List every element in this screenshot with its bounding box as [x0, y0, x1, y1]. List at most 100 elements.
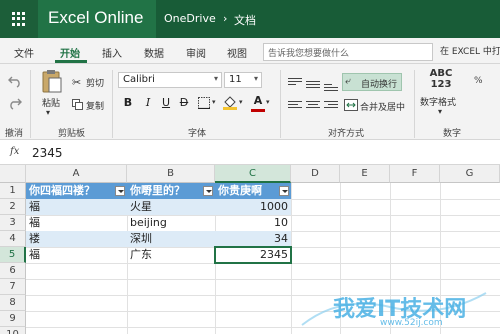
- group-undo-label: 撤消: [5, 129, 24, 139]
- column-header-c[interactable]: C: [215, 165, 291, 183]
- table-cell[interactable]: beijing: [127, 215, 215, 231]
- ribbon-home: 撤消 粘贴 ▾ ✂ 剪切 复制 剪贴板 Calibri ▾ 11 ▾ B I U…: [0, 64, 500, 140]
- paste-icon[interactable]: [40, 68, 64, 94]
- column-header-a[interactable]: A: [26, 165, 127, 183]
- table-cell[interactable]: 褛: [26, 231, 127, 247]
- breadcrumb-onedrive[interactable]: OneDrive: [164, 12, 216, 25]
- column-header-f[interactable]: F: [390, 165, 440, 183]
- bold-button[interactable]: B: [120, 95, 136, 111]
- row-header-3[interactable]: 3: [0, 215, 26, 231]
- align-bottom-icon[interactable]: [324, 84, 338, 96]
- row-header-4[interactable]: 4: [0, 231, 26, 247]
- table-cell[interactable]: 褔: [26, 215, 127, 231]
- row-header-6[interactable]: 6: [0, 263, 26, 279]
- filter-dropdown-icon[interactable]: [203, 186, 213, 196]
- breadcrumb: OneDrive › 文档: [156, 0, 500, 38]
- row-header-8[interactable]: 8: [0, 295, 26, 311]
- align-right-icon[interactable]: [324, 101, 338, 113]
- watermark-logo: 我爱IT技术网 www.52ij.com: [300, 285, 490, 330]
- row-header-2[interactable]: 2: [0, 199, 26, 215]
- chevron-down-icon: ▾: [213, 74, 218, 83]
- number-format-preview-123: 123: [430, 79, 452, 90]
- row-header-9[interactable]: 9: [0, 311, 26, 327]
- align-top-icon[interactable]: [288, 78, 302, 90]
- table-cell[interactable]: 褔: [26, 247, 127, 263]
- italic-button[interactable]: I: [140, 95, 156, 111]
- merge-center-icon[interactable]: [344, 99, 358, 111]
- wrap-text-label: 自动换行: [361, 80, 398, 90]
- fill-color-icon[interactable]: [222, 94, 238, 110]
- percent-icon[interactable]: %: [474, 76, 483, 86]
- font-size-value: 11: [229, 74, 242, 85]
- align-left-icon[interactable]: [288, 101, 302, 113]
- copy-button[interactable]: 复制: [86, 99, 104, 112]
- table-cell[interactable]: 褔: [26, 199, 127, 215]
- row-header-5[interactable]: 5: [0, 247, 26, 263]
- align-center-icon[interactable]: [306, 101, 320, 113]
- gridline: [26, 279, 500, 280]
- tab-insert[interactable]: 插入: [102, 45, 122, 60]
- column-header-e[interactable]: E: [340, 165, 390, 183]
- borders-icon[interactable]: [198, 97, 210, 109]
- wrap-text-button[interactable]: ⤶ 自动换行: [342, 73, 402, 91]
- table-cell[interactable]: 深圳: [127, 231, 215, 247]
- app-launcher-button[interactable]: [0, 0, 38, 38]
- chevron-down-icon[interactable]: ▾: [438, 107, 442, 116]
- active-tab-indicator: [55, 60, 87, 63]
- chevron-down-icon: ▾: [253, 74, 258, 83]
- scissors-icon: ✂: [72, 76, 82, 89]
- column-header-b[interactable]: B: [127, 165, 215, 183]
- align-middle-icon[interactable]: [306, 81, 320, 93]
- table-header-b[interactable]: 你嘢里的？: [127, 183, 215, 199]
- font-color-button[interactable]: A: [250, 93, 266, 109]
- group-alignment-label: 对齐方式: [328, 129, 365, 139]
- chevron-down-icon[interactable]: ▾: [212, 98, 216, 106]
- tab-file[interactable]: 文件: [14, 45, 34, 60]
- table-cell[interactable]: 火星: [127, 199, 215, 215]
- font-name-value: Calibri: [123, 74, 155, 85]
- copy-icon: [72, 99, 83, 110]
- select-all-corner[interactable]: [0, 165, 26, 183]
- watermark-url: www.52ij.com: [380, 318, 443, 328]
- column-header-d[interactable]: D: [291, 165, 340, 183]
- undo-icon[interactable]: [8, 74, 22, 88]
- formula-input[interactable]: 2345: [32, 146, 63, 160]
- table-cell[interactable]: 广东: [127, 247, 215, 263]
- table-cell[interactable]: 1000: [215, 199, 291, 215]
- fx-icon: fx: [10, 146, 20, 157]
- number-format-preview-abc: ABC: [429, 68, 453, 79]
- tell-me-search-input[interactable]: 告诉我您想要做什么: [263, 43, 433, 61]
- tab-review[interactable]: 审阅: [186, 45, 206, 60]
- active-cell-border: [214, 246, 292, 264]
- merge-center-button[interactable]: 合并及居中: [360, 100, 405, 113]
- chevron-down-icon[interactable]: ▾: [46, 108, 50, 117]
- font-name-select[interactable]: Calibri ▾: [118, 72, 222, 88]
- table-cell[interactable]: 34: [215, 231, 291, 247]
- tab-home[interactable]: 开始: [60, 45, 80, 60]
- number-format-icon[interactable]: ABC 123: [428, 68, 454, 90]
- table-header-a[interactable]: 你四褔四褛？: [26, 183, 127, 199]
- app-name[interactable]: Excel Online: [48, 8, 143, 28]
- chevron-down-icon[interactable]: ▾: [266, 98, 270, 106]
- cut-button[interactable]: 剪切: [86, 76, 104, 89]
- filter-dropdown-icon[interactable]: [279, 186, 289, 196]
- table-header-c[interactable]: 你贵庚啊: [215, 183, 291, 199]
- redo-icon[interactable]: [8, 96, 22, 110]
- filter-dropdown-icon[interactable]: [115, 186, 125, 196]
- underline-button[interactable]: U: [158, 95, 174, 111]
- tab-view[interactable]: 视图: [227, 45, 247, 60]
- table-cell[interactable]: 10: [215, 215, 291, 231]
- breadcrumb-folder[interactable]: 文档: [234, 12, 256, 28]
- row-header-7[interactable]: 7: [0, 279, 26, 295]
- column-header-g[interactable]: G: [440, 165, 500, 183]
- row-header-1[interactable]: 1: [0, 183, 26, 199]
- strikethrough-button[interactable]: D: [176, 95, 192, 111]
- table-header-label: 你四褔四褛？: [29, 184, 95, 197]
- paste-button[interactable]: 粘贴: [42, 96, 60, 109]
- chevron-down-icon[interactable]: ▾: [239, 98, 243, 106]
- tab-data[interactable]: 数据: [144, 45, 164, 60]
- waffle-icon: [12, 12, 26, 26]
- open-in-excel-button[interactable]: 在 EXCEL 中打: [440, 44, 500, 57]
- font-size-select[interactable]: 11 ▾: [224, 72, 262, 88]
- row-header-10[interactable]: 10: [0, 327, 26, 334]
